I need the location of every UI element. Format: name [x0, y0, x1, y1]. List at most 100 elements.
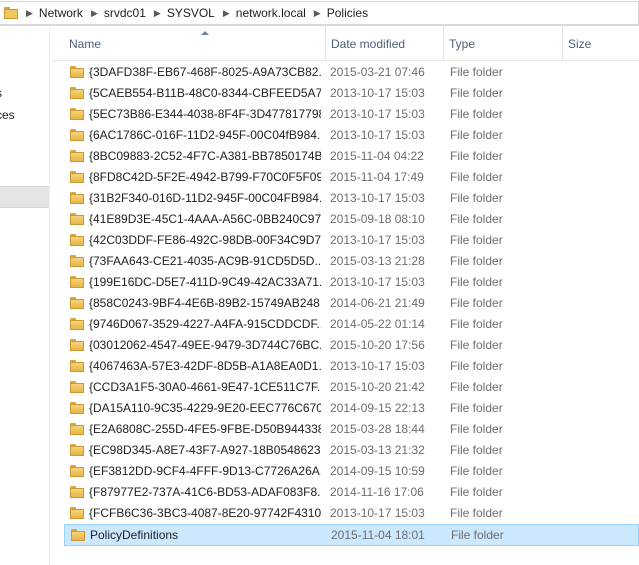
file-type: File folder [450, 443, 503, 457]
address-bar[interactable]: ▶ Network ▶ srvdc01 ▶ SYSVOL ▶ network.l… [0, 0, 639, 26]
file-type: File folder [450, 464, 503, 478]
folder-icon [70, 486, 84, 498]
file-row[interactable]: {31B2F340-016D-11D2-945F-00C04FB984... 20… [64, 188, 639, 210]
breadcrumb-domain[interactable]: network.local [236, 6, 306, 20]
breadcrumb-policies[interactable]: Policies [327, 6, 368, 20]
file-date-modified: 2015-11-04 04:22 [330, 149, 424, 163]
file-name: {FCFB6C36-3BC3-4087-8E20-97742F4310... [89, 506, 321, 520]
folder-icon [70, 150, 84, 162]
file-row[interactable]: {9746D067-3529-4227-A4FA-915CDDCDF... 201… [64, 314, 639, 336]
file-row[interactable]: {EC98D345-A8E7-43F7-A927-18B0548623... 20… [64, 440, 639, 462]
file-date-modified: 2013-10-17 15:03 [330, 86, 425, 100]
folder-icon [70, 360, 84, 372]
breadcrumb-server[interactable]: srvdc01 [104, 6, 146, 20]
file-name: {EC98D345-A8E7-43F7-A927-18B0548623... [89, 443, 321, 457]
file-row[interactable]: {DA15A110-9C35-4229-9E20-EEC776C670... 20… [64, 398, 639, 420]
column-date-label: Date modified [331, 37, 406, 51]
file-row[interactable]: {41E89D3E-45C1-4AAA-A56C-0BB240C97... 201… [64, 209, 639, 231]
breadcrumb-network[interactable]: Network [39, 6, 83, 20]
breadcrumb[interactable]: ▶ Network ▶ srvdc01 ▶ SYSVOL ▶ network.l… [0, 1, 639, 25]
file-row[interactable]: {03012062-4547-49EE-9479-3D744C76BC... 20… [64, 335, 639, 357]
file-name: {5EC73B86-E344-4038-8F4F-3D4778177985} [89, 107, 321, 121]
file-name: {42C03DDF-FE86-492C-98DB-00F34C9D7... [89, 233, 321, 247]
chevron-right-icon[interactable]: ▶ [223, 8, 230, 19]
file-date-modified: 2013-10-17 15:03 [330, 506, 425, 520]
file-name: {4067463A-57E3-42DF-8D5B-A1A8EA0D1... [89, 359, 321, 373]
file-row[interactable]: {199E16DC-D5E7-411D-9C49-42AC33A71... 201… [64, 272, 639, 294]
column-type-label: Type [449, 37, 476, 51]
file-name: {41E89D3E-45C1-4AAA-A56C-0BB240C97... [89, 212, 321, 226]
column-name-header[interactable]: Name [64, 26, 326, 60]
file-type: File folder [450, 128, 503, 142]
file-row[interactable]: {EF3812DD-9CF4-4FFF-9D13-C7726A26A... 201… [64, 461, 639, 483]
file-name: PolicyDefinitions [90, 528, 179, 542]
file-row[interactable]: {42C03DDF-FE86-492C-98DB-00F34C9D7... 201… [64, 230, 639, 252]
file-row[interactable]: PolicyDefinitions 2015-11-04 18:01 File fo… [64, 524, 639, 546]
file-row[interactable]: {CCD3A1F5-30A0-4661-9E47-1CE511C7F... 201… [64, 377, 639, 399]
folder-icon [70, 255, 84, 267]
nav-item-1[interactable]: s [0, 86, 2, 100]
column-size-label: Size [568, 37, 592, 51]
file-name: {EF3812DD-9CF4-4FFF-9D13-C7726A26A... [89, 464, 321, 478]
file-row[interactable]: {FCFB6C36-3BC3-4087-8E20-97742F4310... 20… [64, 503, 639, 525]
file-name: {E2A6808C-255D-4FE5-9FBE-D50B944338... [89, 422, 321, 436]
file-type: File folder [450, 380, 503, 394]
column-name-label: Name [69, 37, 102, 51]
file-type: File folder [450, 317, 503, 331]
chevron-right-icon[interactable]: ▶ [314, 8, 321, 19]
file-date-modified: 2014-06-21 21:49 [330, 296, 425, 310]
file-name: {199E16DC-D5E7-411D-9C49-42AC33A71... [89, 275, 321, 289]
file-name: {CCD3A1F5-30A0-4661-9E47-1CE511C7F... [89, 380, 321, 394]
file-name: {9746D067-3529-4227-A4FA-915CDDCDF... [89, 317, 321, 331]
nav-item-2[interactable]: ces [0, 108, 15, 122]
chevron-right-icon[interactable]: ▶ [154, 8, 161, 19]
column-type-header[interactable]: Type [444, 26, 563, 60]
file-type: File folder [450, 233, 503, 247]
file-row[interactable]: {E2A6808C-255D-4FE5-9FBE-D50B944338... 20… [64, 419, 639, 441]
file-name: {5CAEB554-B11B-48C0-8344-CBFEED5A7... [89, 86, 321, 100]
file-row[interactable]: {8FD8C42D-5F2E-4942-B799-F70C0F5F09... 20… [64, 167, 639, 189]
file-date-modified: 2015-03-28 18:44 [330, 422, 425, 436]
file-row[interactable]: {5EC73B86-E344-4038-8F4F-3D4778177985} 20… [64, 104, 639, 126]
nav-item-selected[interactable] [0, 186, 49, 208]
file-type: File folder [450, 506, 503, 520]
file-row[interactable]: {4067463A-57E3-42DF-8D5B-A1A8EA0D1... 201… [64, 356, 639, 378]
address-folder-icon [4, 7, 18, 19]
file-name: {73FAA643-CE21-4035-AC9B-91CD5D5D... [89, 254, 321, 268]
file-name: {6AC1786C-016F-11D2-945F-00C04fB984... [89, 128, 321, 142]
folder-icon [70, 297, 84, 309]
file-name: {3DAFD38F-EB67-468F-8025-A9A73CB82... [89, 65, 321, 79]
column-date-header[interactable]: Date modified [326, 26, 444, 60]
navigation-pane[interactable]: s ces [0, 26, 50, 565]
file-name: {8FD8C42D-5F2E-4942-B799-F70C0F5F09... [89, 170, 321, 184]
file-date-modified: 2015-11-04 18:01 [331, 528, 425, 542]
file-row[interactable]: {3DAFD38F-EB67-468F-8025-A9A73CB82... 201… [64, 62, 639, 84]
file-type: File folder [450, 275, 503, 289]
file-name: {858C0243-9BF4-4E6B-89B2-15749AB248... [89, 296, 321, 310]
file-row[interactable]: {73FAA643-CE21-4035-AC9B-91CD5D5D... 2015… [64, 251, 639, 273]
file-type: File folder [450, 212, 503, 226]
file-row[interactable]: {8BC09883-2C52-4F7C-A381-BB7850174B... 20… [64, 146, 639, 168]
file-type: File folder [450, 296, 503, 310]
file-type: File folder [451, 528, 504, 542]
chevron-right-icon[interactable]: ▶ [91, 8, 98, 19]
folder-icon [70, 234, 84, 246]
file-type: File folder [450, 254, 503, 268]
file-row[interactable]: {5CAEB554-B11B-48C0-8344-CBFEED5A7... 201… [64, 83, 639, 105]
file-type: File folder [450, 338, 503, 352]
folder-icon [70, 66, 84, 78]
file-row[interactable]: {858C0243-9BF4-4E6B-89B2-15749AB248... 20… [64, 293, 639, 315]
file-date-modified: 2015-10-20 17:56 [330, 338, 425, 352]
file-name: {03012062-4547-49EE-9479-3D744C76BC... [89, 338, 321, 352]
file-date-modified: 2013-10-17 15:03 [330, 107, 425, 121]
chevron-right-icon[interactable]: ▶ [26, 8, 33, 19]
file-date-modified: 2014-09-15 22:13 [330, 401, 425, 415]
folder-icon [70, 171, 84, 183]
file-type: File folder [450, 359, 503, 373]
column-size-header[interactable]: Size [563, 26, 639, 60]
folder-icon [70, 213, 84, 225]
breadcrumb-sysvol[interactable]: SYSVOL [167, 6, 215, 20]
file-row[interactable]: {6AC1786C-016F-11D2-945F-00C04fB984... 20… [64, 125, 639, 147]
file-date-modified: 2015-10-20 21:42 [330, 380, 425, 394]
file-row[interactable]: {F87977E2-737A-41C6-BD53-ADAF083F8... 201… [64, 482, 639, 504]
